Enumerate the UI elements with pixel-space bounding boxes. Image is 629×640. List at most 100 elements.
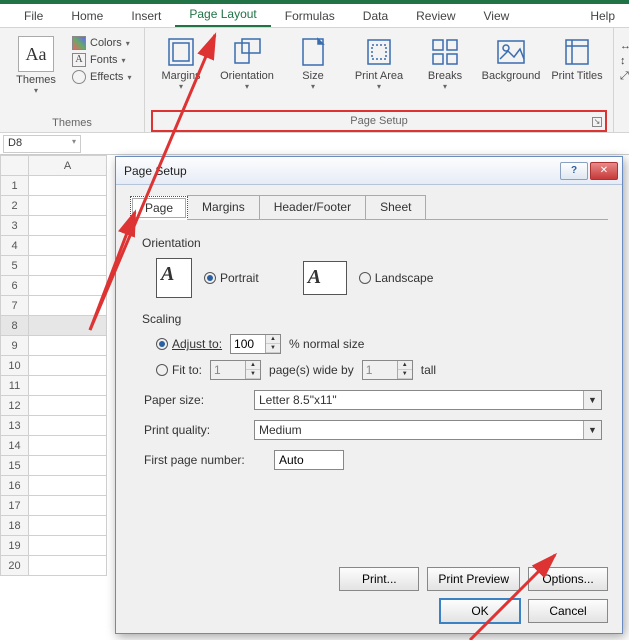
row-header[interactable]: 5 [1,256,29,276]
cell[interactable] [29,296,107,316]
print-quality-label: Print quality: [144,423,254,437]
print-preview-button[interactable]: Print Preview [427,567,520,591]
row-header[interactable]: 15 [1,456,29,476]
cancel-button[interactable]: Cancel [528,599,608,623]
row-header[interactable]: 20 [1,556,29,576]
orientation-button[interactable]: Orientation▾ [217,36,277,91]
row-header[interactable]: 17 [1,496,29,516]
cell[interactable] [29,496,107,516]
cell[interactable] [29,256,107,276]
row-header[interactable]: 9 [1,336,29,356]
row-header[interactable]: 7 [1,296,29,316]
cell[interactable] [29,196,107,216]
cell[interactable] [29,456,107,476]
background-button[interactable]: Background [481,36,541,82]
tab-help[interactable]: Help [576,5,629,27]
cell[interactable] [29,316,107,336]
cell[interactable] [29,476,107,496]
margins-button[interactable]: Margins▾ [151,36,211,91]
dialog-titlebar[interactable]: Page Setup ? ✕ [116,157,622,185]
tab-insert[interactable]: Insert [117,5,175,27]
row-header[interactable]: 18 [1,516,29,536]
size-button[interactable]: Size▾ [283,36,343,91]
cell[interactable] [29,416,107,436]
print-quality-combo[interactable]: Medium▼ [254,420,602,440]
row-header[interactable]: 19 [1,536,29,556]
colors-button[interactable]: Colors▾ [72,36,131,50]
cell[interactable] [29,216,107,236]
row-header[interactable]: 11 [1,376,29,396]
themes-button[interactable]: Aa Themes ▾ [6,36,66,95]
col-header-a[interactable]: A [29,156,107,176]
dialog-close-button[interactable]: ✕ [590,162,618,180]
cell[interactable] [29,356,107,376]
tab-review[interactable]: Review [402,5,469,27]
adjust-to-radio[interactable]: Adjust to: [156,337,222,351]
row-header[interactable]: 8 [1,316,29,336]
fit-width-spinner[interactable]: ▲▼ [210,360,261,380]
cell[interactable] [29,336,107,356]
height-control[interactable]: ↕Height: [620,55,629,67]
ok-button[interactable]: OK [440,599,520,623]
group-scale-to-fit: ↔Width: ↕Height: ⤢Scale: Scale to [614,28,629,132]
tab-file[interactable]: File [10,5,57,27]
cell[interactable] [29,536,107,556]
dialog-tab-sheet[interactable]: Sheet [365,195,426,219]
row-header[interactable]: 13 [1,416,29,436]
cell[interactable] [29,376,107,396]
row-header[interactable]: 3 [1,216,29,236]
page-setup-dialog-launcher[interactable]: ↘ [592,117,602,127]
row-header[interactable]: 10 [1,356,29,376]
print-titles-button[interactable]: Print Titles [547,36,607,82]
row-header[interactable]: 16 [1,476,29,496]
scale-control[interactable]: ⤢Scale: [620,70,629,83]
formula-bar: D8▾ [0,133,629,155]
row-header[interactable]: 2 [1,196,29,216]
adjust-to-input[interactable] [231,335,265,353]
cell[interactable] [29,436,107,456]
cell[interactable] [29,556,107,576]
dialog-tab-header-footer[interactable]: Header/Footer [259,195,366,219]
dialog-tab-margins[interactable]: Margins [187,195,260,219]
first-page-input[interactable] [274,450,344,470]
adjust-to-spinner[interactable]: ▲▼ [230,334,281,354]
dialog-help-button[interactable]: ? [560,162,588,180]
tab-data[interactable]: Data [349,5,402,27]
name-box[interactable]: D8▾ [3,135,81,153]
row-header[interactable]: 6 [1,276,29,296]
breaks-button[interactable]: Breaks▾ [415,36,475,91]
chevron-down-icon[interactable]: ▼ [583,421,601,439]
cell[interactable] [29,176,107,196]
tab-page-layout[interactable]: Page Layout [175,3,270,27]
paper-size-combo[interactable]: Letter 8.5"x11"▼ [254,390,602,410]
ribbon-tabs: File Home Insert Page Layout Formulas Da… [0,4,629,28]
row-header[interactable]: 4 [1,236,29,256]
row-header[interactable]: 1 [1,176,29,196]
fit-to-radio[interactable]: Fit to: [156,363,202,377]
tab-home[interactable]: Home [57,5,117,27]
row-header[interactable]: 12 [1,396,29,416]
print-button[interactable]: Print... [339,567,419,591]
options-button[interactable]: Options... [528,567,608,591]
cell[interactable] [29,276,107,296]
fonts-button[interactable]: AFonts▾ [72,53,131,67]
select-all-corner[interactable] [1,156,29,176]
cell[interactable] [29,236,107,256]
chevron-down-icon[interactable]: ▼ [583,391,601,409]
effects-button[interactable]: Effects▾ [72,70,131,84]
row-header[interactable]: 14 [1,436,29,456]
print-area-button[interactable]: Print Area▾ [349,36,409,91]
breaks-icon [429,36,461,68]
width-control[interactable]: ↔Width: [620,40,629,52]
cell[interactable] [29,516,107,536]
cell[interactable] [29,396,107,416]
fit-height-input[interactable] [363,361,397,379]
dialog-tab-page[interactable]: Page [130,196,188,220]
portrait-radio[interactable]: Portrait [204,271,259,285]
fit-height-spinner[interactable]: ▲▼ [362,360,413,380]
landscape-radio[interactable]: Landscape [359,271,434,285]
background-icon [495,36,527,68]
tab-view[interactable]: View [470,5,524,27]
fit-width-input[interactable] [211,361,245,379]
tab-formulas[interactable]: Formulas [271,5,349,27]
